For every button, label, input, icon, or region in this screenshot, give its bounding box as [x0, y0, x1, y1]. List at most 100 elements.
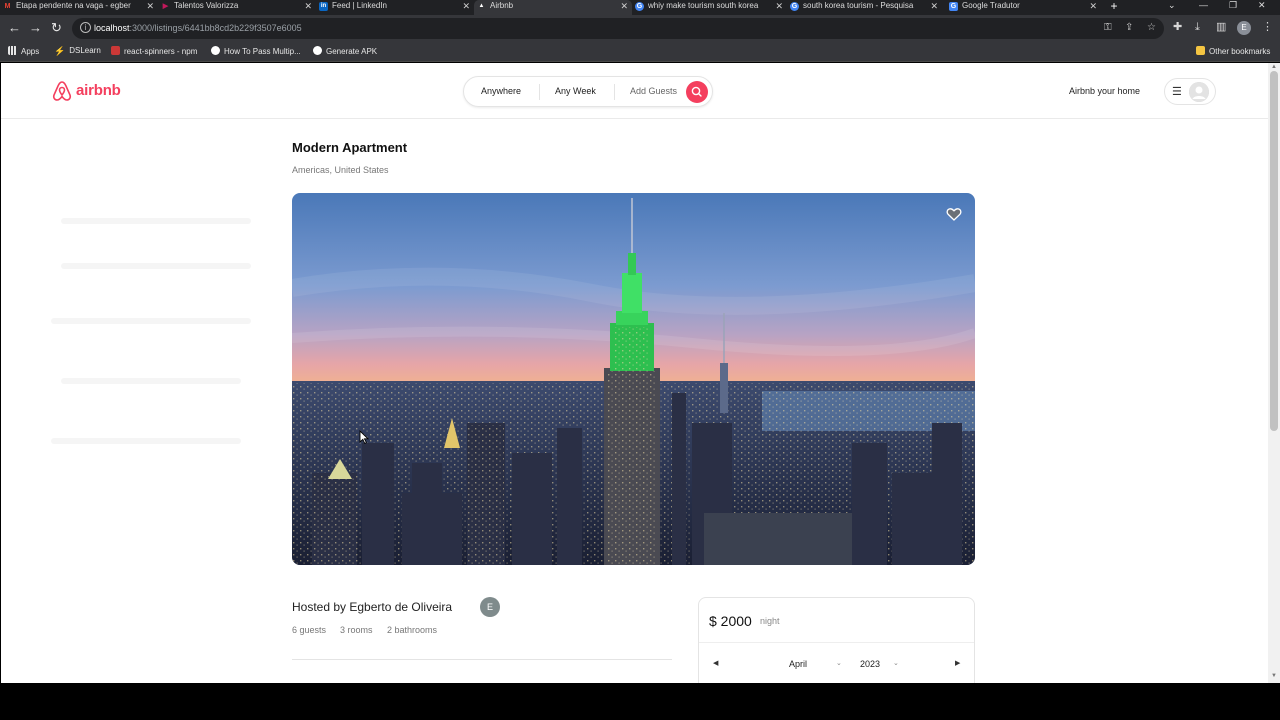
tab-airbnb[interactable]: ▲ Airbnb ✕ [474, 0, 632, 15]
apps-icon [8, 46, 17, 55]
translate-icon: G [949, 2, 958, 11]
key-icon[interactable]: ⚿ [1104, 23, 1112, 33]
mouse-cursor-icon [359, 430, 369, 444]
next-month-icon[interactable]: ▶ [955, 659, 960, 667]
search-add-guests[interactable]: Add Guests [630, 86, 677, 96]
close-icon[interactable]: ✕ [304, 0, 312, 12]
bookmarks-bar: Apps ⚡ DSLearn react-spinners - npm How T… [0, 42, 1280, 62]
scroll-down-icon[interactable]: ▼ [1271, 673, 1277, 679]
browser-toolbar: ← → ↻ i localhost:3000/listings/6441bb8c… [0, 15, 1280, 42]
heart-icon[interactable] [946, 206, 962, 222]
screen-bottom-bar [0, 683, 1280, 720]
talentos-icon: ▶ [162, 3, 169, 10]
tab-gmail[interactable]: M Etapa pendente na vaga - egber ✕ [0, 0, 158, 15]
tab-label: Airbnb [490, 1, 514, 10]
download-icon[interactable]: ⤓ [1195, 22, 1200, 33]
rooms-count: 3 rooms [340, 625, 373, 635]
tab-google-tradutor[interactable]: G Google Tradutor ✕ [946, 0, 1101, 15]
minimize-icon[interactable]: — [1199, 0, 1208, 11]
page-scrollbar[interactable]: ▲ ▼ [1268, 63, 1280, 683]
ghost-line [51, 438, 241, 444]
bookmark-label: Generate APK [326, 47, 378, 56]
restore-icon[interactable]: ❐ [1229, 0, 1237, 11]
listing-image [292, 193, 975, 565]
close-icon[interactable]: ✕ [620, 0, 628, 12]
logo-text: airbnb [76, 82, 121, 99]
bookmark-how-to-pass[interactable]: How To Pass Multip... [211, 46, 301, 57]
url-text[interactable]: localhost:3000/listings/6441bb8cd2b229f3… [94, 23, 302, 33]
bookmark-generate-apk[interactable]: Generate APK [313, 46, 377, 57]
bookmark-npm[interactable]: react-spinners - npm [111, 46, 197, 57]
chevron-down-icon[interactable]: ⌄ [836, 659, 842, 667]
tab-search-icon[interactable]: ⌄ [1168, 0, 1176, 11]
search-bar[interactable]: Anywhere Any Week Add Guests [463, 76, 713, 107]
airbnb-logo-icon [52, 81, 72, 101]
forward-icon[interactable]: → [29, 21, 42, 35]
browser-menu-icon[interactable]: ⋮ [1262, 22, 1273, 33]
tab-linkedin[interactable]: in Feed | LinkedIn ✕ [316, 0, 474, 15]
ghost-line [51, 318, 251, 324]
page-viewport: airbnb Anywhere Any Week Add Guests Airb… [1, 63, 1268, 683]
ghost-line [61, 378, 241, 384]
ghost-line [61, 218, 251, 224]
hosted-by: Hosted by Egberto de Oliveira [292, 600, 453, 614]
url-host: localhost [94, 23, 130, 33]
star-icon[interactable]: ☆ [1147, 23, 1156, 33]
site-info-icon[interactable]: i [80, 22, 91, 33]
new-tab-button[interactable]: + [1106, 0, 1122, 14]
bookmark-label: Apps [21, 47, 40, 56]
chevron-down-icon[interactable]: ⌄ [893, 659, 899, 667]
tab-google-search-2[interactable]: G south korea tourism - Pesquisa ✕ [787, 0, 942, 15]
folder-icon [1196, 46, 1205, 55]
url-path: :3000/listings/6441bb8cd2b229f3507e6005 [129, 23, 302, 33]
bookmark-apps[interactable]: Apps [8, 46, 39, 57]
site-header: airbnb Anywhere Any Week Add Guests Airb… [1, 63, 1268, 119]
search-any-week[interactable]: Any Week [555, 86, 596, 96]
year-select[interactable]: 2023 [860, 659, 880, 669]
month-select[interactable]: April [789, 659, 807, 669]
price-per-night: $ 2000 [709, 613, 752, 629]
airbnb-logo[interactable]: airbnb [52, 80, 121, 104]
bookmark-dslearn[interactable]: ⚡ DSLearn [54, 46, 101, 56]
address-bar[interactable]: i localhost:3000/listings/6441bb8cd2b229… [72, 18, 1164, 39]
side-panel-icon[interactable]: ▥ [1216, 22, 1226, 33]
bookmark-label: How To Pass Multip... [224, 47, 301, 56]
hamburger-icon: ☰ [1172, 86, 1182, 98]
close-icon[interactable]: ✕ [930, 0, 938, 12]
share-icon[interactable]: ⇪ [1125, 23, 1133, 33]
other-bookmarks[interactable]: Other bookmarks [1196, 46, 1270, 57]
reload-icon[interactable]: ↻ [51, 21, 62, 35]
search-icon [691, 86, 702, 97]
listing-title: Modern Apartment [292, 140, 408, 155]
bookmark-label: react-spinners - npm [124, 47, 198, 56]
bookmark-label: Other bookmarks [1209, 47, 1271, 56]
search-button[interactable] [686, 81, 708, 103]
linkedin-icon: in [319, 2, 328, 11]
listing-location: Americas, United States [292, 165, 389, 175]
bookmark-label: DSLearn [69, 46, 101, 55]
google-icon: G [790, 2, 799, 11]
lightning-icon: ⚡ [54, 46, 66, 56]
prev-month-icon[interactable]: ◀ [713, 659, 718, 667]
user-menu-button[interactable]: ☰ [1164, 78, 1216, 105]
close-icon[interactable]: ✕ [775, 0, 783, 12]
extensions-icon[interactable]: ✚ [1173, 22, 1182, 33]
tab-label: Talentos Valorizza [174, 1, 239, 10]
airbnb-tab-icon: ▲ [478, 3, 485, 9]
scroll-up-icon[interactable]: ▲ [1271, 64, 1277, 70]
close-icon[interactable]: ✕ [146, 0, 154, 12]
close-icon[interactable]: ✕ [1089, 0, 1097, 12]
close-icon[interactable]: ✕ [462, 0, 470, 12]
close-window-icon[interactable]: ✕ [1258, 0, 1266, 11]
airbnb-your-home-link[interactable]: Airbnb your home [1069, 86, 1140, 96]
back-icon[interactable]: ← [8, 21, 21, 35]
tab-google-search-1[interactable]: G whiy make tourism south korea ✕ [632, 0, 787, 15]
search-anywhere[interactable]: Anywhere [481, 86, 521, 96]
reservation-card: $ 2000 night ◀ April ⌄ 2023 ⌄ ▶ [698, 597, 975, 683]
tab-talentos[interactable]: ▶ Talentos Valorizza ✕ [158, 0, 316, 15]
video-icon [313, 46, 322, 55]
scrollbar-thumb[interactable] [1270, 71, 1278, 431]
divider [614, 84, 615, 100]
section-divider [292, 659, 672, 660]
browser-profile-avatar[interactable]: E [1237, 21, 1251, 35]
